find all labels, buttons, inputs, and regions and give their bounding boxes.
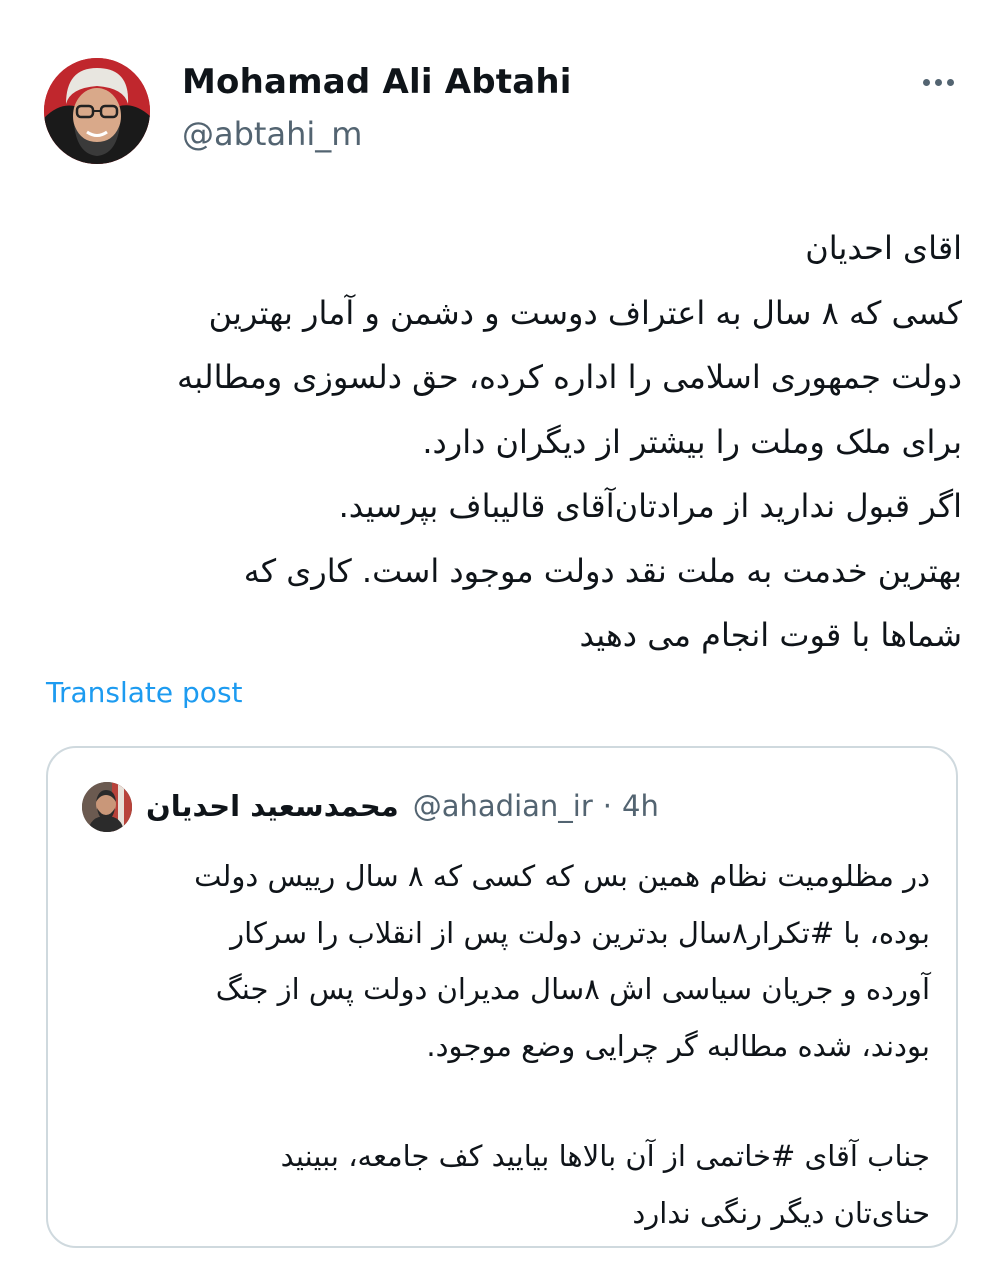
author-name[interactable]: Mohamad Ali Abtahi bbox=[182, 60, 572, 104]
quote-header: محمدسعید احدیان @ahadian_ir · 4h bbox=[146, 784, 659, 828]
quote-line: در مظلومیت نظام همین بس که کسی که ۸ سال … bbox=[194, 859, 930, 893]
quote-separator: · bbox=[602, 789, 612, 823]
quote-author-name: محمدسعید احدیان bbox=[146, 789, 399, 823]
quote-timestamp: 4h bbox=[622, 789, 659, 823]
post-line: برای ملک وملت را بیشتر از دیگران دارد. bbox=[422, 422, 962, 461]
post-line: بهترین خدمت به ملت نقد دولت موجود است. ک… bbox=[243, 551, 962, 590]
quote-line: حنای‌تان دیگر رنگی ندارد bbox=[632, 1195, 930, 1230]
author-avatar[interactable] bbox=[44, 58, 150, 164]
author-handle[interactable]: @abtahi_m bbox=[182, 112, 362, 156]
quoted-post[interactable]: محمدسعید احدیان @ahadian_ir · 4h در مظلو… bbox=[46, 746, 958, 1248]
post-line: اگر قبول ندارید از مرادتان‌آقای قالیباف … bbox=[338, 487, 962, 525]
quote-line: بودند، شده مطالبه گر چرایی وضع موجود. bbox=[426, 1028, 930, 1063]
quote-line: جناب آقای #خاتمی از آن بالاها بیایید کف … bbox=[280, 1139, 930, 1173]
quote-line: بوده، با #تکرار۸سال بدترین دولت پس از ان… bbox=[230, 915, 930, 950]
post-line: شماها با قوت انجام می دهید bbox=[579, 616, 962, 654]
quote-text: در مظلومیت نظام همین بس که کسی که ۸ سال … bbox=[80, 848, 930, 1241]
post-line: اقای احدیان bbox=[805, 229, 962, 267]
more-horizontal-icon[interactable] bbox=[914, 62, 962, 102]
post-line: دولت جمهوری اسلامی را اداره کرده، حق دلس… bbox=[177, 358, 962, 396]
quote-line: آورده و جریان سیاسی اش ۸سال مدیران دولت … bbox=[215, 972, 930, 1006]
post-line: کسی که ۸ سال به اعتراف دوست و دشمن و آما… bbox=[208, 293, 962, 332]
quote-author-handle: @ahadian_ir bbox=[412, 789, 593, 823]
translate-post-link[interactable]: Translate post bbox=[46, 673, 243, 713]
post-text: اقای احدیان کسی که ۸ سال به اعتراف دوست … bbox=[46, 216, 962, 668]
quote-author-avatar bbox=[82, 782, 132, 832]
